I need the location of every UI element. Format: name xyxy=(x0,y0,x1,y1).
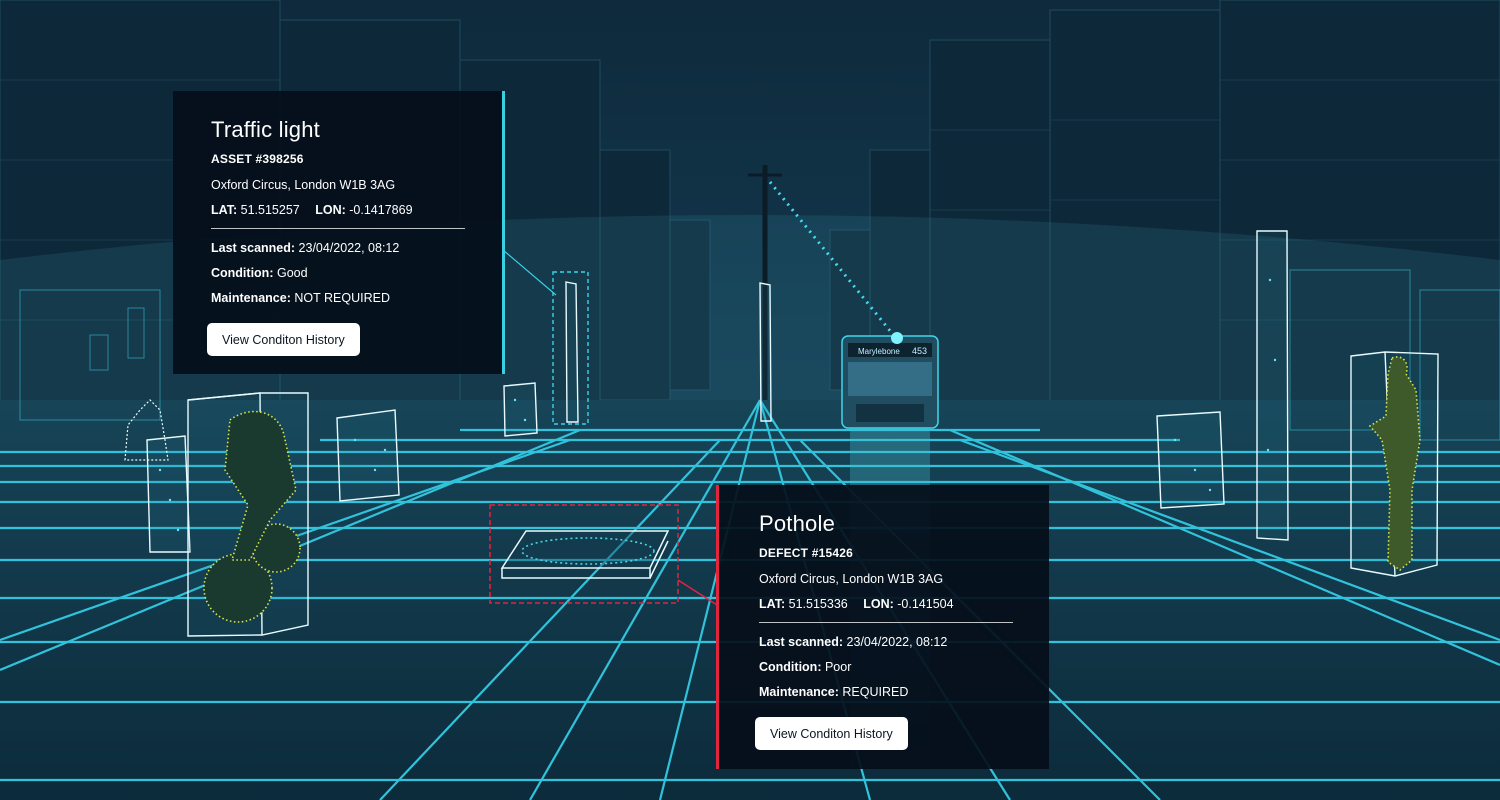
lat-label: LAT: xyxy=(759,597,786,611)
condition: Condition: Poor xyxy=(759,660,1009,674)
lon-value: -0.1417869 xyxy=(349,203,413,217)
last-scanned: Last scanned: 23/04/2022, 08:12 xyxy=(211,241,464,255)
card-title: Traffic light xyxy=(211,117,320,142)
traffic-light-info-card: Traffic light ASSET #398256 Oxford Circu… xyxy=(173,91,505,374)
pothole-info-card: Pothole DEFECT #15426 Oxford Circus, Lon… xyxy=(716,485,1049,769)
card-title: Pothole xyxy=(759,511,836,536)
bus-destination-sign: Marylebone xyxy=(858,347,900,356)
defect-id: DEFECT #15426 xyxy=(759,546,853,560)
maintenance-value: NOT REQUIRED xyxy=(294,291,390,305)
last-scanned-value: 23/04/2022, 08:12 xyxy=(298,241,400,255)
last-scanned-label: Last scanned: xyxy=(759,635,844,649)
lon-label: LON: xyxy=(315,203,346,217)
bus-route-number: 453 xyxy=(912,346,927,356)
lat-value: 51.515257 xyxy=(240,203,300,217)
address: Oxford Circus, London W1B 3AG xyxy=(759,572,944,586)
coordinates: LAT: 51.515257 LON: -0.1417869 xyxy=(211,203,464,217)
coordinates: LAT: 51.515336 LON: -0.141504 xyxy=(759,597,1009,611)
lon-label: LON: xyxy=(863,597,894,611)
condition-value: Poor xyxy=(824,660,852,674)
maintenance: Maintenance: REQUIRED xyxy=(759,685,1009,699)
maintenance-label: Maintenance: xyxy=(211,291,291,305)
divider xyxy=(759,622,1013,623)
condition-label: Condition: xyxy=(759,660,822,674)
view-condition-history-button[interactable]: View Conditon History xyxy=(207,323,360,356)
asset-id: ASSET #398256 xyxy=(211,152,304,166)
condition: Condition: Good xyxy=(211,266,464,280)
maintenance-value: REQUIRED xyxy=(842,685,909,699)
address: Oxford Circus, London W1B 3AG xyxy=(211,178,396,192)
maintenance: Maintenance: NOT REQUIRED xyxy=(211,291,464,305)
last-scanned-label: Last scanned: xyxy=(211,241,296,255)
lat-value: 51.515336 xyxy=(788,597,848,611)
maintenance-label: Maintenance: xyxy=(759,685,839,699)
lon-value: -0.141504 xyxy=(897,597,954,611)
divider xyxy=(211,228,465,229)
last-scanned-value: 23/04/2022, 08:12 xyxy=(846,635,948,649)
view-condition-history-button[interactable]: View Conditon History xyxy=(755,717,908,750)
condition-value: Good xyxy=(276,266,308,280)
condition-label: Condition: xyxy=(211,266,274,280)
lat-label: LAT: xyxy=(211,203,238,217)
last-scanned: Last scanned: 23/04/2022, 08:12 xyxy=(759,635,1009,649)
